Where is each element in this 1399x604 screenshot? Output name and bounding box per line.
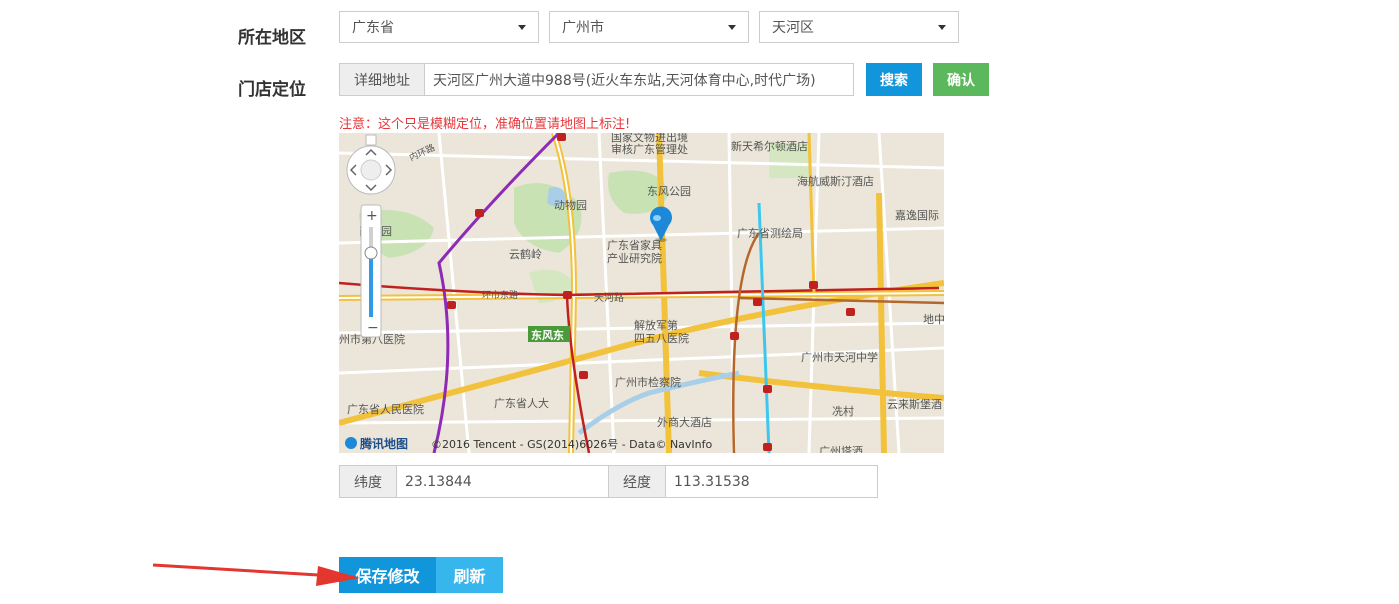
address-addon: 详细地址 [339,63,425,96]
map-label: 动物园 [554,198,587,212]
map-label: 广州市检察院 [615,375,681,389]
confirm-button[interactable]: 确认 [933,63,989,96]
metro-station-label: 东风东 [531,328,564,342]
map-label: 环市东路 [482,289,518,301]
map-label: 新天希尔顿酒店 [731,139,808,153]
map-label: 广东省测绘局 [737,226,803,240]
search-button[interactable]: 搜索 [866,63,922,96]
lat-addon: 纬度 [339,465,397,498]
address-input[interactable]: 天河区广州大道中988号(近火车东站,天河体育中心,时代广场) [424,63,854,96]
region-label: 所在地区 [238,28,306,48]
map-label: 产业研究院 [607,251,662,265]
map-label: 广州塔酒 [819,445,863,453]
lng-input[interactable]: 113.31538 [665,465,878,498]
refresh-button[interactable]: 刷新 [436,557,503,593]
map-label: 解放军第 [634,318,678,332]
zoom-control[interactable]: + − [360,204,382,338]
map-label: 外商大酒店 [657,415,712,429]
lat-input[interactable]: 23.13844 [396,465,609,498]
map-label: 广东省人民医院 [347,402,424,416]
district-value: 天河区 [772,20,814,36]
map-label: 四五八医院 [634,331,689,345]
map-view[interactable]: 国家文物进出境 审核广东管理处 新天希尔顿酒店 内环路 东风公园 海航威斯汀酒店… [339,133,944,453]
district-select[interactable]: 天河区 [759,11,959,43]
tencent-map-logo-icon [345,437,357,449]
map-label: 云鹤岭 [509,247,542,261]
map-logo: 腾讯地图 [359,436,408,451]
lng-addon: 经度 [608,465,666,498]
map-label: 云来斯堡酒 [887,397,942,411]
map-label: 天河路 [594,291,624,304]
chevron-down-icon [938,24,946,30]
annotation-arrow-icon [152,563,360,586]
location-note: 注意：这个只是模糊定位，准确位置请地图上标注! [339,117,631,132]
city-select[interactable]: 广州市 [549,11,749,43]
zoom-slider-handle [364,246,378,260]
map-label: 广东省家具 [607,238,662,252]
map-canvas[interactable]: 国家文物进出境 审核广东管理处 新天希尔顿酒店 内环路 东风公园 海航威斯汀酒店… [339,133,944,453]
map-label: 海航威斯汀酒店 [797,174,874,188]
map-label: 嘉逸国际 [895,208,939,222]
map-label: 东风公园 [647,185,691,198]
zoom-in-icon: + [366,208,378,224]
map-label: 地中 [923,313,944,326]
chevron-down-icon [728,24,736,30]
province-select[interactable]: 广东省 [339,11,539,43]
map-copyright: ©2016 Tencent - GS(2014)6026号 - Data© Na… [431,438,713,451]
location-label: 门店定位 [238,80,306,100]
map-label: 冼村 [832,404,854,418]
zoom-out-icon: − [367,320,379,336]
province-value: 广东省 [352,20,394,36]
map-label: 审核广东管理处 [611,142,688,156]
city-value: 广州市 [562,20,604,36]
map-label: 广州市天河中学 [801,350,878,364]
chevron-down-icon [518,24,526,30]
map-label: 广东省人大 [494,396,549,410]
